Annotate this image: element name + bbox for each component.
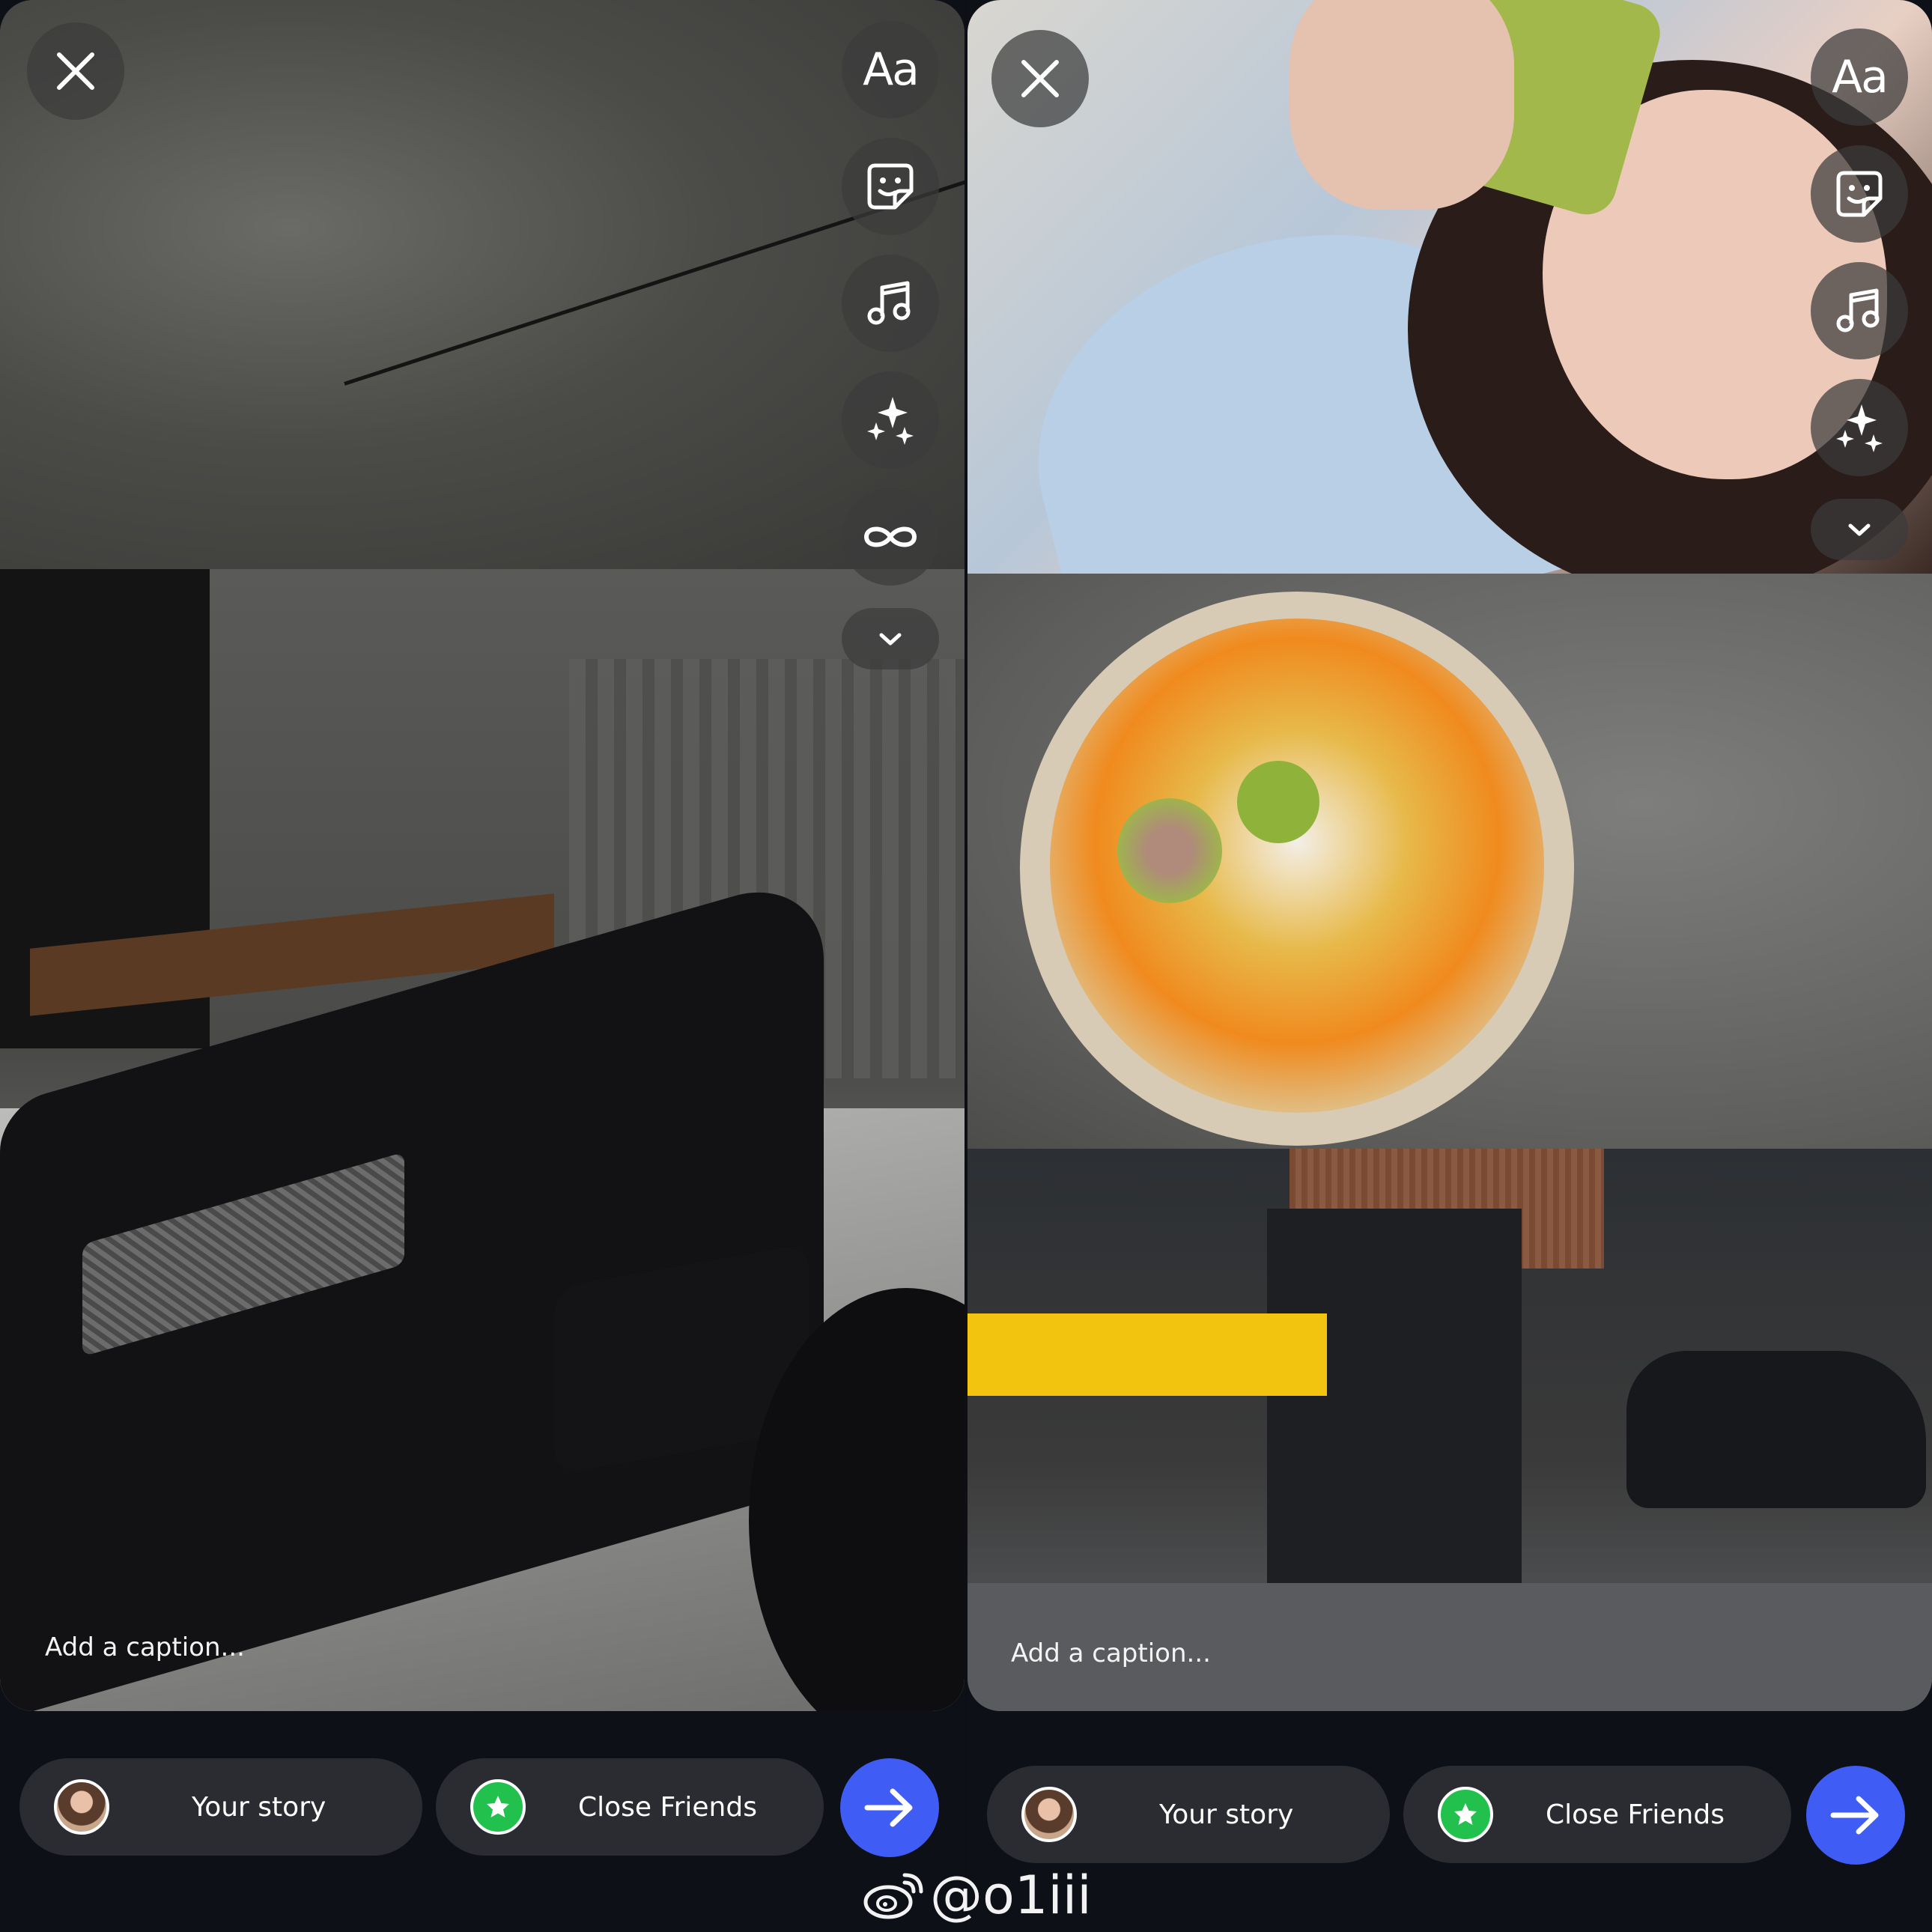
- your-story-button[interactable]: Your story: [19, 1758, 422, 1856]
- caption-input[interactable]: Add a caption...: [45, 1632, 245, 1662]
- effects-tool-button[interactable]: [1811, 379, 1908, 476]
- close-button[interactable]: [27, 22, 124, 120]
- photo-awning: [967, 1313, 1327, 1396]
- close-icon: [57, 52, 94, 90]
- close-friends-button[interactable]: Close Friends: [436, 1758, 824, 1856]
- more-tools-button[interactable]: [842, 608, 939, 669]
- close-friends-label: Close Friends: [578, 1791, 757, 1823]
- text-tool-button[interactable]: Aa: [842, 21, 939, 118]
- music-tool-button[interactable]: [842, 255, 939, 352]
- your-story-label: Your story: [192, 1791, 326, 1823]
- fruit-bowl-photo: [967, 574, 1932, 1149]
- story-editor-left: Aa Add a caption... Your story Close Fri…: [0, 0, 965, 1932]
- story-media-canvas[interactable]: Aa Add a caption...: [967, 0, 1932, 1711]
- selfie-photo: [967, 0, 1932, 574]
- send-button[interactable]: [1806, 1766, 1905, 1865]
- caption-input[interactable]: Add a caption...: [1011, 1638, 1211, 1668]
- sparkles-icon: [1836, 404, 1883, 452]
- your-story-label: Your story: [1159, 1799, 1294, 1830]
- street-photo: [967, 1149, 1932, 1711]
- text-icon: Aa: [1832, 51, 1889, 103]
- story-tools: Aa: [842, 21, 939, 689]
- close-friends-badge: [470, 1779, 526, 1835]
- photo-car: [1626, 1351, 1926, 1508]
- send-button[interactable]: [840, 1758, 939, 1857]
- text-tool-button[interactable]: Aa: [1811, 28, 1908, 126]
- story-media-canvas[interactable]: Aa Add a caption...: [0, 0, 965, 1711]
- watermark-handle: @o1iii: [930, 1865, 1092, 1926]
- infinity-icon: [863, 526, 917, 547]
- sticker-tool-button[interactable]: [842, 138, 939, 235]
- photo-fig: [1117, 798, 1222, 903]
- chevron-down-icon: [1848, 523, 1871, 536]
- weibo-icon: [863, 1873, 923, 1919]
- sticker-icon: [867, 163, 914, 210]
- sticker-tool-button[interactable]: [1811, 145, 1908, 243]
- photo-hand: [1289, 0, 1514, 210]
- music-tool-button[interactable]: [1811, 262, 1908, 359]
- photo-grape: [1237, 761, 1319, 843]
- avatar: [54, 1779, 109, 1835]
- arrow-right-icon: [1830, 1796, 1879, 1835]
- effects-tool-button[interactable]: [842, 371, 939, 469]
- close-friends-badge: [1438, 1787, 1493, 1842]
- avatar: [1021, 1787, 1077, 1842]
- your-story-button[interactable]: Your story: [987, 1766, 1390, 1863]
- share-bar: Your story Close Friends: [0, 1758, 965, 1863]
- sticker-icon: [1836, 171, 1883, 217]
- text-icon: Aa: [863, 43, 920, 96]
- star-icon: [1454, 1803, 1477, 1825]
- close-friends-button[interactable]: Close Friends: [1403, 1766, 1791, 1863]
- chevron-down-icon: [879, 633, 902, 645]
- close-button[interactable]: [991, 30, 1089, 127]
- living-room-photo: [0, 0, 965, 1711]
- more-tools-button[interactable]: [1811, 499, 1908, 560]
- watermark: @o1iii: [861, 1865, 1092, 1926]
- close-friends-label: Close Friends: [1546, 1799, 1725, 1830]
- story-tools: Aa: [1811, 28, 1908, 580]
- star-icon: [487, 1796, 509, 1817]
- music-note-icon: [1836, 288, 1880, 332]
- share-bar: Your story Close Friends: [967, 1766, 1932, 1871]
- sparkles-icon: [867, 397, 914, 445]
- photo-ceiling: [0, 0, 965, 569]
- arrow-right-icon: [864, 1788, 913, 1827]
- close-icon: [1021, 60, 1059, 97]
- photo-building: [1267, 1209, 1522, 1628]
- story-editor-right: Aa Add a caption... Your story Close Fri…: [967, 0, 1932, 1932]
- music-note-icon: [867, 281, 911, 325]
- boomerang-tool-button[interactable]: [842, 488, 939, 586]
